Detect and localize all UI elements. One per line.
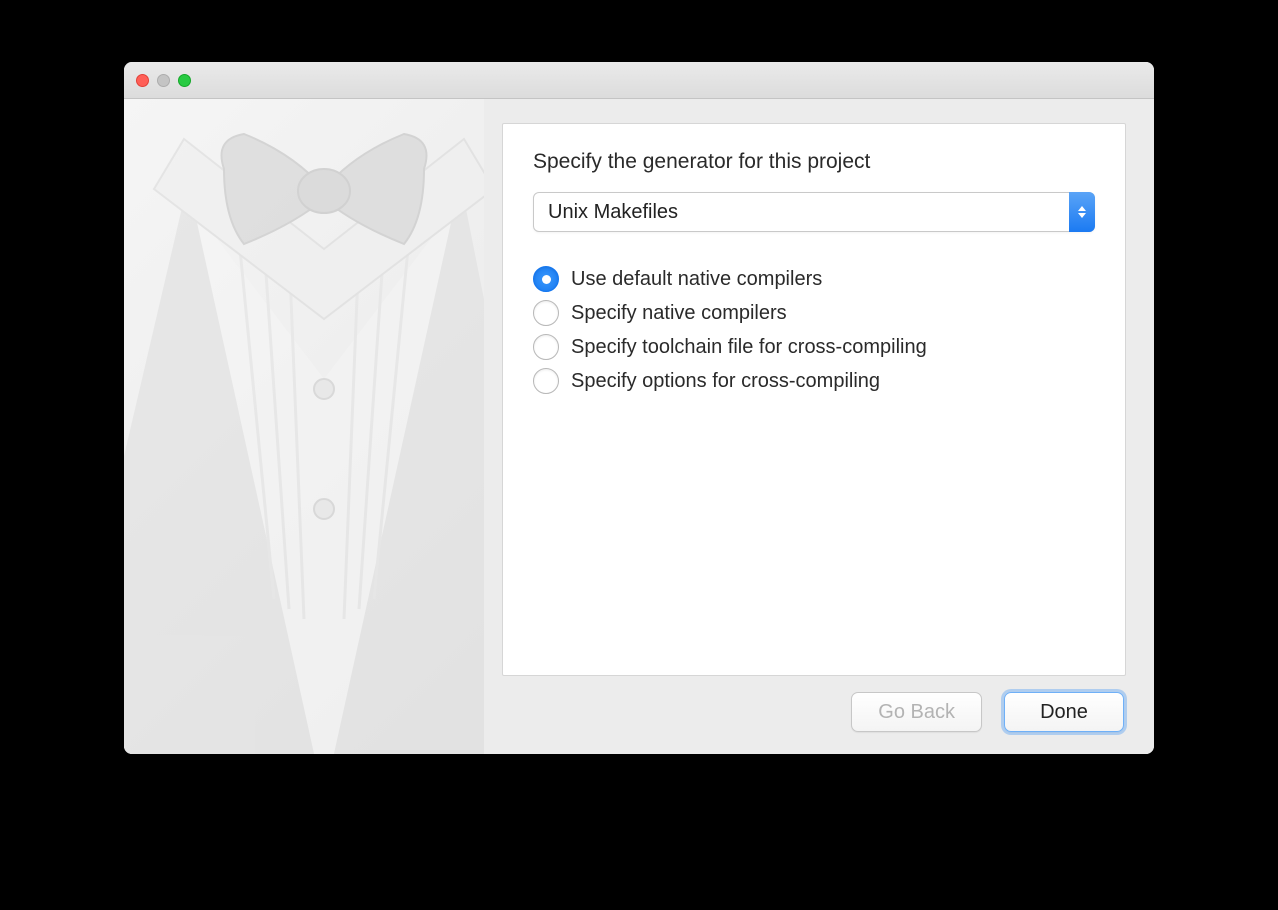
maximize-icon[interactable] bbox=[178, 74, 191, 87]
tuxedo-icon bbox=[124, 99, 484, 754]
radio-icon bbox=[533, 300, 559, 326]
minimize-icon bbox=[157, 74, 170, 87]
radio-use-default-native-compilers[interactable]: Use default native compilers bbox=[533, 266, 1095, 292]
chevron-up-down-icon bbox=[1069, 192, 1095, 232]
dialog-heading: Specify the generator for this project bbox=[533, 150, 1095, 174]
go-back-button: Go Back bbox=[851, 692, 982, 732]
generator-select-value: Unix Makefiles bbox=[533, 192, 1095, 232]
window-controls bbox=[136, 74, 191, 87]
dialog-window: Specify the generator for this project U… bbox=[124, 62, 1154, 754]
content-area: Specify the generator for this project U… bbox=[484, 99, 1154, 754]
radio-icon bbox=[533, 368, 559, 394]
radio-icon bbox=[533, 334, 559, 360]
dialog-buttons: Go Back Done bbox=[502, 676, 1126, 734]
generator-select[interactable]: Unix Makefiles bbox=[533, 192, 1095, 232]
wizard-sidebar-image bbox=[124, 99, 484, 754]
radio-icon bbox=[533, 266, 559, 292]
form-panel: Specify the generator for this project U… bbox=[502, 123, 1126, 676]
radio-specify-toolchain-file[interactable]: Specify toolchain file for cross-compili… bbox=[533, 334, 1095, 360]
radio-label: Specify native compilers bbox=[571, 302, 787, 325]
done-button[interactable]: Done bbox=[1004, 692, 1124, 732]
titlebar bbox=[124, 62, 1154, 99]
compiler-options-group: Use default native compilers Specify nat… bbox=[533, 266, 1095, 394]
window-body: Specify the generator for this project U… bbox=[124, 99, 1154, 754]
radio-label: Specify options for cross-compiling bbox=[571, 370, 880, 393]
radio-specify-cross-compile-options[interactable]: Specify options for cross-compiling bbox=[533, 368, 1095, 394]
radio-specify-native-compilers[interactable]: Specify native compilers bbox=[533, 300, 1095, 326]
close-icon[interactable] bbox=[136, 74, 149, 87]
radio-label: Use default native compilers bbox=[571, 268, 822, 291]
radio-label: Specify toolchain file for cross-compili… bbox=[571, 336, 927, 359]
